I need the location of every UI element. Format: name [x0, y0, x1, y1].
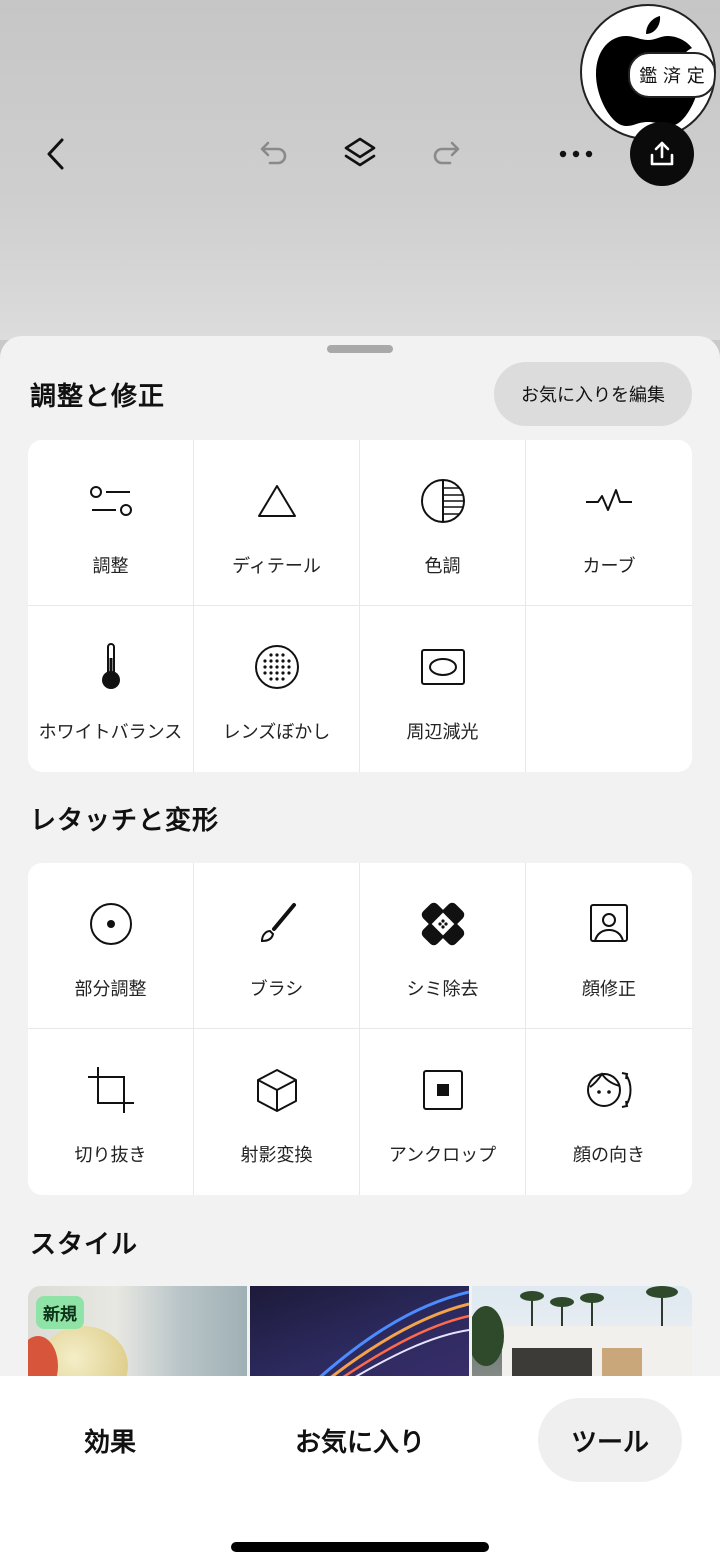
- selective-adjust-icon: [89, 903, 132, 945]
- brush-icon: [260, 903, 296, 943]
- tool-curve[interactable]: カーブ: [526, 440, 692, 606]
- top-toolbar: 鑑 済 定: [0, 0, 720, 340]
- style-thumbnail-1[interactable]: 新規: [28, 1286, 247, 1376]
- share-button[interactable]: [630, 122, 694, 186]
- adjust-section-title: 調整と修正: [30, 382, 166, 412]
- redo-button[interactable]: [428, 136, 464, 172]
- layers-icon: [344, 137, 376, 167]
- uncrop-icon: [422, 1070, 463, 1110]
- bandage-icon: [421, 902, 464, 946]
- undo-button[interactable]: [256, 136, 292, 172]
- retouch-section-title: レタッチと変形: [30, 806, 220, 836]
- tab-effects[interactable]: 効果: [50, 1398, 170, 1482]
- more-button[interactable]: [556, 140, 596, 168]
- tool-label: 射影変換: [240, 1145, 313, 1166]
- adjust-sliders-icon: [89, 486, 132, 516]
- tool-detail[interactable]: ディテール: [194, 440, 360, 606]
- lens-blur-icon: [254, 645, 299, 689]
- style-thumbnail-2[interactable]: [250, 1286, 469, 1376]
- tool-label: カーブ: [582, 556, 636, 577]
- tool-label: 周辺減光: [406, 722, 479, 743]
- empty-cell: [526, 606, 692, 772]
- redo-icon: [433, 141, 460, 165]
- crop-icon: [87, 1067, 134, 1113]
- tab-favorites[interactable]: お気に入り: [270, 1398, 450, 1482]
- tool-label: アンクロップ: [388, 1145, 497, 1166]
- more-icon: [559, 150, 593, 158]
- tool-label: ホワイトバランス: [38, 722, 183, 743]
- tool-label: ブラシ: [249, 979, 304, 1000]
- tab-tools[interactable]: ツール: [538, 1398, 682, 1482]
- home-indicator: [231, 1542, 489, 1552]
- tool-face-orientation[interactable]: 顔の向き: [526, 1029, 692, 1195]
- style-thumbnail-3[interactable]: [472, 1286, 692, 1376]
- curve-icon: [586, 489, 632, 511]
- tool-label: 調整: [92, 556, 129, 577]
- tool-tone[interactable]: 色調: [360, 440, 526, 606]
- edit-favorites-button[interactable]: お気に入りを編集: [494, 362, 692, 426]
- tool-label: ディテール: [232, 556, 321, 577]
- chevron-left-icon: [47, 138, 64, 170]
- tool-label: レンズぼかし: [222, 722, 331, 743]
- watermark-seal: 鑑 済 定: [580, 4, 716, 140]
- adjust-tools-grid: 調整 ディテール 色調 カーブ ホワイトバランス レンズぼかし 周辺減光: [28, 440, 692, 772]
- light-trails-art: [319, 1290, 469, 1376]
- face-portrait-icon: [590, 904, 628, 942]
- tool-label: 切り抜き: [74, 1145, 147, 1166]
- bottom-tab-bar: 効果 お気に入り ツール: [0, 1376, 720, 1565]
- share-icon: [650, 141, 674, 166]
- tool-face-retouch[interactable]: 顔修正: [526, 863, 692, 1029]
- undo-icon: [260, 141, 287, 165]
- watermark-text: 鑑 済 定: [639, 66, 705, 87]
- back-button[interactable]: [36, 132, 76, 176]
- tool-vignette[interactable]: 周辺減光: [360, 606, 526, 772]
- tool-lens-blur[interactable]: レンズぼかし: [194, 606, 360, 772]
- face-turn-icon: [587, 1072, 632, 1108]
- tool-label: 顔修正: [582, 979, 636, 1000]
- tool-uncrop[interactable]: アンクロップ: [360, 1029, 526, 1195]
- tool-white-balance[interactable]: ホワイトバランス: [28, 606, 194, 772]
- tool-selective-adjust[interactable]: 部分調整: [28, 863, 194, 1029]
- tone-icon: [420, 479, 465, 523]
- thermometer-icon: [101, 643, 120, 689]
- new-badge: 新規: [36, 1296, 84, 1329]
- tool-label: 顔の向き: [573, 1145, 645, 1166]
- tool-healing[interactable]: シミ除去: [360, 863, 526, 1029]
- tool-label: 部分調整: [74, 979, 147, 1000]
- tools-sheet: 調整と修正 お気に入りを編集 調整 ディテール 色調 カーブ ホワイトバランス …: [0, 336, 720, 1376]
- tool-label: シミ除去: [406, 979, 479, 1000]
- triangle-icon: [257, 485, 296, 517]
- style-thumbnails: 新規: [28, 1286, 692, 1376]
- vignette-icon: [420, 649, 465, 685]
- tool-perspective[interactable]: 射影変換: [194, 1029, 360, 1195]
- style-section-title: スタイル: [30, 1230, 139, 1260]
- tool-brush[interactable]: ブラシ: [194, 863, 360, 1029]
- tool-label: 色調: [424, 556, 461, 577]
- tool-adjust[interactable]: 調整: [28, 440, 194, 606]
- layers-button[interactable]: [340, 134, 380, 174]
- palm-building-art: [472, 1286, 692, 1376]
- perspective-cube-icon: [256, 1069, 297, 1112]
- retouch-tools-grid: 部分調整 ブラシ シミ除去 顔修正 切り抜き 射影変換 アンクロップ 顔の向き: [28, 863, 692, 1195]
- tool-crop[interactable]: 切り抜き: [28, 1029, 194, 1195]
- sheet-drag-handle[interactable]: [327, 345, 393, 353]
